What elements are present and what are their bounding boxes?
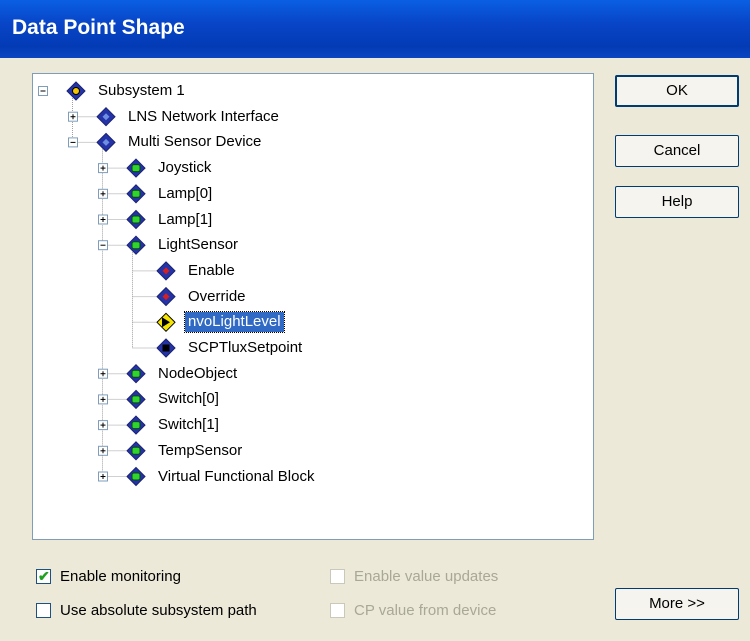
help-button[interactable]: Help (615, 186, 739, 218)
more-button[interactable]: More >> (615, 588, 739, 620)
tree-node-label[interactable]: Switch[1] (155, 415, 222, 435)
checkmark-icon: ✔ (38, 568, 50, 584)
property-core-icon (162, 344, 170, 352)
tree-node-label[interactable]: Override (185, 287, 249, 307)
block-core-icon (131, 369, 141, 378)
tree-node-label[interactable]: Multi Sensor Device (125, 132, 264, 152)
block-core-icon (131, 395, 141, 404)
tree-node-label[interactable]: Switch[0] (155, 389, 222, 409)
cancel-button[interactable]: Cancel (615, 135, 739, 167)
checkbox-box (330, 569, 345, 584)
tree-node-label[interactable]: Virtual Functional Block (155, 467, 317, 487)
checkbox-box[interactable]: ✔ (36, 568, 51, 584)
block-core-icon (131, 241, 141, 250)
window-title: Data Point Shape (12, 16, 185, 39)
block-core-icon (131, 472, 141, 481)
checkbox-box[interactable] (36, 603, 51, 618)
tree-node-label[interactable]: Subsystem 1 (95, 81, 188, 101)
checkbox-box (330, 603, 345, 618)
block-core-icon (131, 446, 141, 455)
tree-node-label[interactable]: TempSensor (155, 441, 245, 461)
tree-node-label[interactable]: LightSensor (155, 235, 241, 255)
block-core-icon (131, 189, 141, 198)
subsystem-dot-icon (72, 87, 80, 95)
tree-node-label[interactable]: Lamp[1] (155, 210, 215, 230)
tree-view[interactable]: Subsystem 1 LNS Network Interface Multi Se… (32, 73, 594, 540)
tree-node-label[interactable]: NodeObject (155, 364, 240, 384)
tree-node-label[interactable]: Enable (185, 261, 238, 281)
use-absolute-path-label: Use absolute subsystem path (60, 602, 257, 619)
tree-node-label[interactable]: Joystick (155, 158, 214, 178)
title-bar: Data Point Shape (0, 0, 750, 58)
tree-node-label[interactable]: nvoLightLevel (184, 311, 285, 334)
block-core-icon (131, 215, 141, 224)
cp-value-from-device-label: CP value from device (354, 602, 497, 619)
tree-node-label[interactable]: Lamp[0] (155, 184, 215, 204)
block-core-icon (131, 164, 141, 173)
enable-monitoring-label: Enable monitoring (60, 568, 181, 585)
tree-node-label[interactable]: SCPTluxSetpoint (185, 338, 305, 358)
block-core-icon (131, 421, 141, 430)
enable-value-updates-label: Enable value updates (354, 568, 499, 585)
ok-button[interactable]: OK (615, 75, 739, 107)
tree-node-label[interactable]: LNS Network Interface (125, 107, 282, 127)
data-point-shape-dialog: Data Point Shape Subsystem 1 LNS Network … (0, 0, 750, 641)
